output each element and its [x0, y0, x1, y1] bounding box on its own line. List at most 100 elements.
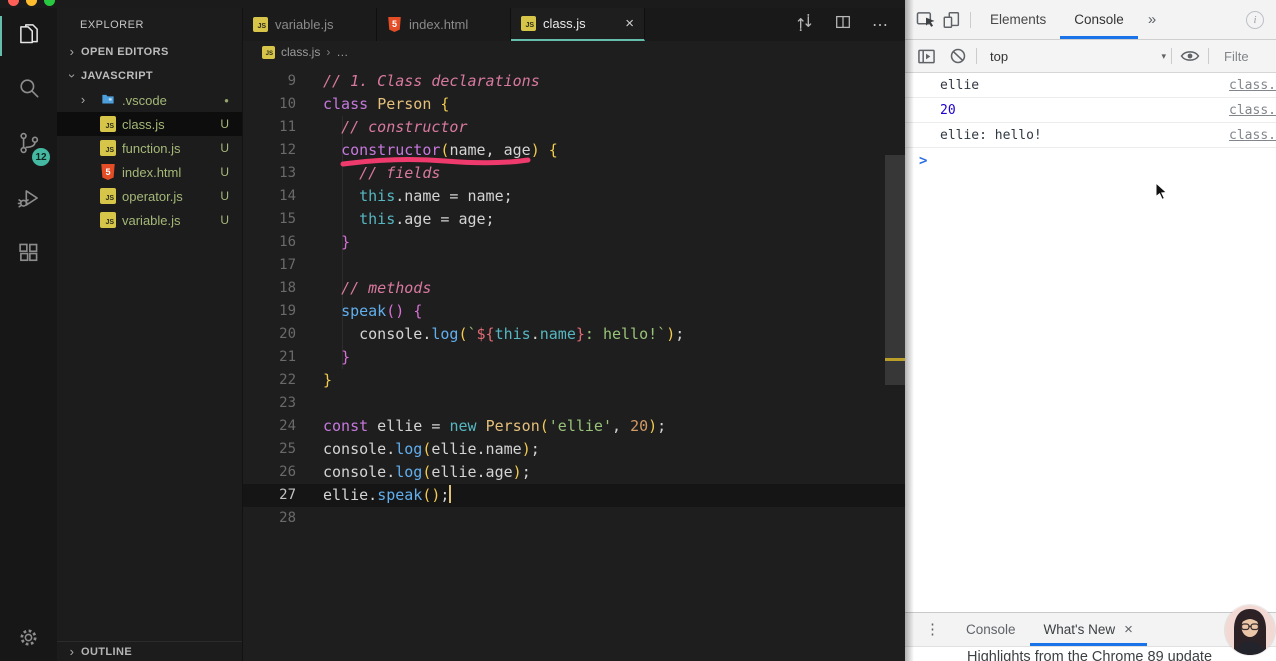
close-icon[interactable]: ×: [1124, 622, 1133, 637]
kebab-menu-icon[interactable]: ⋮: [925, 622, 940, 637]
console-source-link[interactable]: class.: [1229, 78, 1276, 93]
javascript-section[interactable]: › JAVASCRIPT: [57, 64, 242, 88]
context-selector[interactable]: top ▾: [990, 49, 1166, 64]
console-source-link[interactable]: class.: [1229, 128, 1276, 143]
chevron-right-icon: ›: [69, 643, 75, 659]
whats-new-content: Highlights from the Chrome 89 update: [905, 646, 1276, 661]
compare-changes-icon[interactable]: [795, 13, 814, 37]
console-toolbar: top ▾ Filte: [905, 40, 1276, 73]
tab-label: index.html: [409, 17, 469, 32]
text-cursor: [449, 485, 452, 503]
activity-item-settings[interactable]: [0, 617, 57, 661]
file-item-variable.js[interactable]: JS variable.js U: [57, 208, 242, 232]
code-text: ellie.speak();: [323, 485, 452, 504]
console-log-row: 20 class.: [905, 98, 1276, 123]
console-sidebar-icon[interactable]: [913, 43, 939, 69]
chevron-right-icon: ›: [69, 44, 75, 59]
tab-elements[interactable]: Elements: [976, 0, 1060, 39]
webcam-overlay: [1225, 605, 1275, 655]
divider: [976, 48, 977, 64]
breadcrumb-symbol[interactable]: …: [336, 45, 348, 59]
activity-item-source-control[interactable]: 12: [0, 118, 57, 173]
file-item-operator.js[interactable]: JS operator.js U: [57, 184, 242, 208]
file-item-.vscode[interactable]: › .vscode ●: [57, 88, 242, 112]
close-icon[interactable]: ×: [625, 16, 634, 31]
editor-scrollbar[interactable]: [885, 155, 905, 385]
code-text: constructor(name, age) {: [341, 141, 558, 159]
split-editor-icon[interactable]: [834, 13, 852, 36]
line-number: 18: [279, 280, 296, 296]
console-log-message: 20: [940, 102, 956, 118]
console-log-message: ellie: hello!: [940, 127, 1042, 143]
divider: [1208, 48, 1209, 64]
macos-zoom-button[interactable]: [44, 0, 55, 6]
tab-class-js[interactable]: JS class.js ×: [511, 8, 645, 41]
console-log-message: ellie: [940, 77, 980, 93]
macos-close-button[interactable]: [8, 0, 19, 6]
info-icon[interactable]: i: [1246, 10, 1264, 29]
line-number: 22: [279, 372, 296, 388]
activity-item-run-debug[interactable]: [0, 173, 57, 228]
whats-new-heading: Highlights from the Chrome 89 update: [967, 649, 1213, 661]
more-actions-icon[interactable]: ⋯: [872, 15, 889, 35]
activity-item-explorer[interactable]: [0, 8, 57, 63]
device-toolbar-icon[interactable]: [939, 7, 965, 33]
context-value: top: [990, 48, 1009, 64]
code-text: // fields: [359, 164, 441, 182]
devtools-panel: Elements Console » i top ▾ Filte ellie c…: [905, 0, 1276, 661]
explorer-sidebar: EXPLORER › OPEN EDITORS › JAVASCRIPT › .v…: [57, 8, 243, 661]
tab-index-html[interactable]: 5 index.html: [377, 8, 511, 41]
divider: [970, 11, 971, 28]
drawer-tab-bar: ⋮ Console What's New ×: [905, 613, 1276, 646]
console-prompt[interactable]: >: [905, 148, 1276, 174]
editor-area: JS variable.js 5 index.html JS class.js …: [243, 8, 905, 661]
activity-item-extensions[interactable]: [0, 228, 57, 283]
breadcrumb[interactable]: JS class.js › …: [243, 41, 905, 63]
file-item-function.js[interactable]: JS function.js U: [57, 136, 242, 160]
line-number: 21: [279, 349, 296, 365]
inspect-element-icon[interactable]: [913, 7, 939, 33]
tab-console[interactable]: Console: [1060, 0, 1138, 39]
line-number: 24: [279, 418, 296, 434]
tab-label: variable.js: [275, 17, 334, 32]
tab-label: What's New: [1043, 622, 1116, 637]
git-status-badge: U: [220, 189, 229, 203]
code-line: 22}: [243, 369, 905, 392]
open-editors-section[interactable]: › OPEN EDITORS: [57, 40, 242, 64]
file-name: variable.js: [122, 212, 181, 228]
run-debug-icon: [16, 185, 42, 216]
js-file-icon: JS: [521, 16, 536, 31]
line-number: 14: [279, 188, 296, 204]
drawer-tab-whats-new[interactable]: What's New ×: [1030, 613, 1147, 646]
code-text: // methods: [341, 279, 432, 297]
code-text: }: [341, 233, 351, 251]
drawer-tab-console[interactable]: Console: [952, 613, 1030, 646]
filter-input[interactable]: Filte: [1224, 49, 1249, 64]
code-editor[interactable]: 9 // 1. Class declarations 10 class Person …: [243, 63, 905, 661]
file-item-class.js[interactable]: JS class.js U: [57, 112, 242, 136]
tab-label: Console: [1074, 12, 1124, 27]
macos-minimize-button[interactable]: [26, 0, 37, 6]
tab-label: Elements: [990, 12, 1047, 27]
javascript-section-label: JAVASCRIPT: [81, 70, 154, 82]
outline-section[interactable]: › OUTLINE: [57, 641, 242, 661]
console-log-row: ellie: hello! class.: [905, 123, 1276, 148]
breadcrumb-file[interactable]: class.js: [281, 45, 320, 59]
activity-item-search[interactable]: [0, 63, 57, 118]
clear-console-icon[interactable]: [945, 43, 971, 69]
code-text: // 1. Class declarations: [323, 72, 540, 90]
git-status-badge: U: [220, 213, 229, 227]
file-item-index.html[interactable]: 5 index.html U: [57, 160, 242, 184]
eye-icon[interactable]: [1177, 43, 1203, 69]
code-line: 24 const ellie = new Person('ellie', 20);: [243, 415, 905, 438]
code-line: 9 // 1. Class declarations: [243, 70, 905, 93]
chevron-down-icon: ▾: [1161, 50, 1166, 61]
console-output: ellie class. 20 class. ellie: hello! class.: [905, 73, 1276, 148]
console-source-link[interactable]: class.: [1229, 103, 1276, 118]
vscode-window: 12 EXPLORER › OPEN EDITORS › JAVASCRIPT …: [0, 0, 905, 661]
tab-variable-js[interactable]: JS variable.js: [243, 8, 377, 41]
titlebar: [0, 0, 905, 8]
more-tabs-icon[interactable]: »: [1138, 11, 1166, 28]
chevron-down-icon: ›: [65, 73, 80, 79]
file-name: class.js: [122, 116, 165, 132]
